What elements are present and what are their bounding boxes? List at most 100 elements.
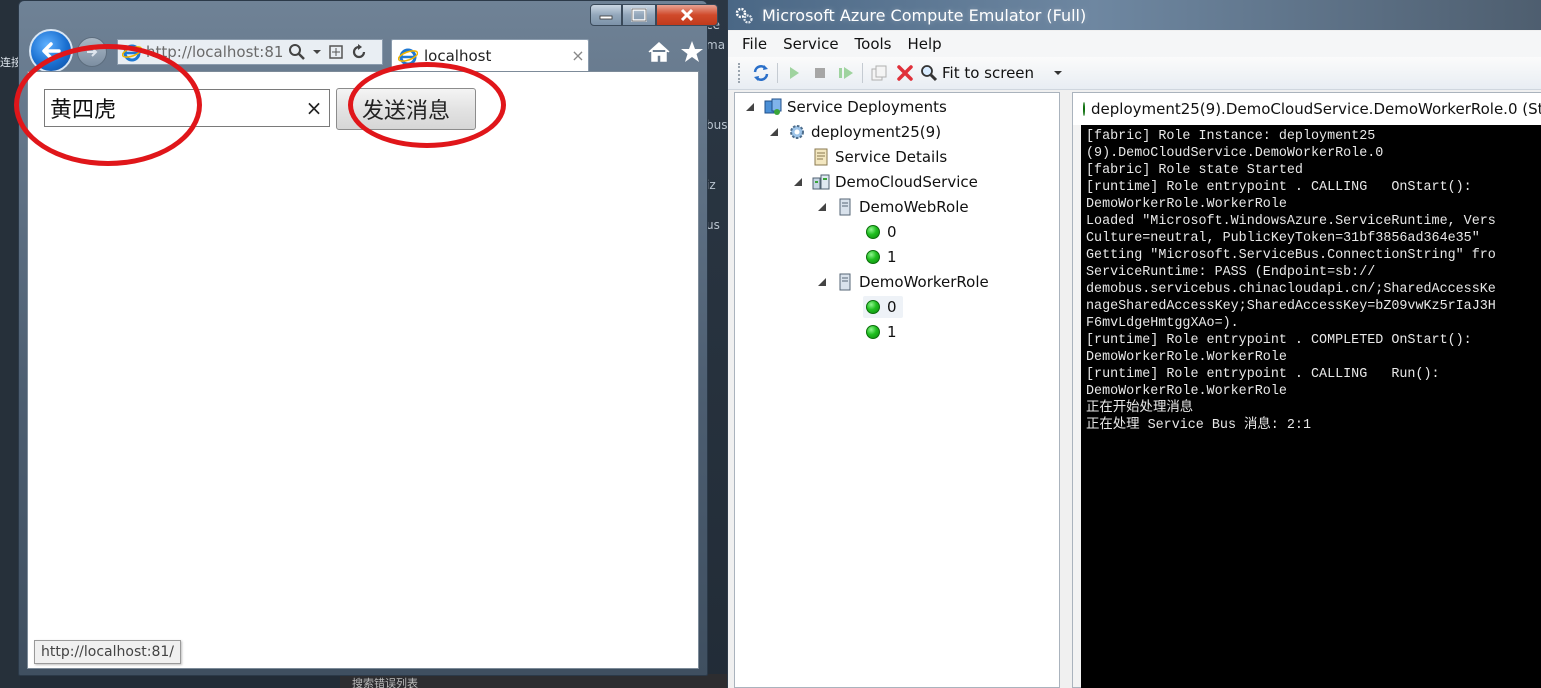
minimize-icon [599,15,613,20]
deployments-tree: Service Deployments deployment25(9) Serv… [734,92,1060,688]
maximize-icon [631,8,647,22]
collapse-triangle-icon[interactable] [791,177,805,187]
console-line: [fabric] Role state Started [1086,163,1303,178]
status-running-icon [1083,102,1085,116]
tree-item-deployment[interactable]: deployment25(9) [767,121,941,143]
menu-tools[interactable]: Tools [847,35,900,53]
restart-icon [839,67,853,79]
tree-item-cloud-service[interactable]: DemoCloudService [791,171,978,193]
tree-label: 1 [887,248,897,266]
refresh-icon [753,65,769,81]
tree-label: 0 [887,298,897,316]
chevron-down-icon[interactable] [312,48,322,56]
maximize-button[interactable] [622,4,656,26]
copy-button[interactable] [866,61,892,85]
tree-item-web-role[interactable]: DemoWebRole [815,196,969,218]
toolbar-separator [862,63,863,83]
status-running-icon [863,247,883,267]
document-icon [811,147,831,167]
gear-icon [787,122,807,142]
collapse-triangle-icon[interactable] [767,127,781,137]
magnifier-icon [921,65,938,82]
background-side-text: ma [706,38,726,52]
console-line: nageSharedAccessKey;SharedAccessKey=bZ09… [1086,299,1496,314]
server-role-icon [835,272,855,292]
toolbar-grip[interactable] [738,63,742,83]
home-icon[interactable] [647,41,671,63]
clear-input-button[interactable]: × [299,96,329,120]
gears-icon [735,7,753,24]
tree-label: 0 [887,223,897,241]
menu-service[interactable]: Service [775,35,846,53]
tree-item-worker-role[interactable]: DemoWorkerRole [815,271,989,293]
console-line: DemoWorkerRole.WorkerRole [1086,197,1287,212]
cloud-service-icon [811,172,831,192]
tree-label: DemoWebRole [859,198,969,216]
tab-close-button[interactable]: × [568,46,588,65]
close-icon [680,8,694,22]
tree-label: deployment25(9) [811,123,942,141]
console-line: [fabric] Role Instance: deployment25 [1086,129,1376,144]
emulator-toolbar: Fit to screen [728,57,1541,90]
play-icon [790,67,799,79]
tree-item-web-instance-0[interactable]: 0 [863,221,897,243]
tree-label: Service Details [835,148,948,166]
restart-button[interactable] [833,61,859,85]
toolbar-separator [777,63,778,83]
console-output[interactable]: [fabric] Role Instance: deployment25 (9).… [1081,125,1541,688]
delete-button[interactable] [892,61,918,85]
console-line: DemoWorkerRole.WorkerRole [1086,384,1287,399]
compute-emulator-window: Microsoft Azure Compute Emulator (Full) … [727,0,1541,688]
tree-label: DemoCloudService [835,173,978,191]
collapse-triangle-icon[interactable] [815,277,829,287]
stop-button[interactable] [807,61,833,85]
console-line: F6mvLdgeHmtggXAo=). [1086,316,1239,331]
stop-icon [815,68,825,78]
console-line: demobus.servicebus.chinacloudapi.cn/;Sha… [1086,282,1496,297]
tree-item-web-instance-1[interactable]: 1 [863,246,897,268]
console-header[interactable]: deployment25(9).DemoCloudService.DemoWor… [1073,93,1541,125]
menu-file[interactable]: File [734,35,775,53]
search-icon[interactable] [288,43,306,61]
background-error-list-search: 搜索错误列表 [352,677,418,688]
address-tools [288,43,368,61]
fit-to-screen-button[interactable]: Fit to screen [920,64,1034,82]
tree-label: 1 [887,323,897,341]
emulator-menubar: File Service Tools Help [728,31,1541,57]
console-line: ServiceRuntime: PASS (Endpoint=sb:// [1086,265,1376,280]
status-running-icon [863,222,883,242]
tree-item-service-details[interactable]: Service Details [791,146,947,168]
background-side-text: bus [706,118,728,132]
background-side-text: us [706,218,720,232]
toolbar-overflow-dropdown[interactable] [1048,61,1068,85]
console-line: 正在开始处理消息 [1086,401,1194,416]
favorites-star-icon[interactable] [679,39,705,65]
compatibility-view-icon[interactable] [328,44,344,60]
close-button[interactable] [656,4,718,26]
chevron-down-icon [1054,71,1063,75]
tree-item-service-deployments[interactable]: Service Deployments [743,96,947,118]
start-button[interactable] [781,61,807,85]
console-line: Getting "Microsoft.ServiceBus.Connection… [1086,248,1496,263]
console-line: Culture=neutral, PublicKeyToken=31bf3856… [1086,231,1480,246]
console-line: [runtime] Role entrypoint . CALLING Run(… [1086,367,1440,382]
collapse-triangle-icon[interactable] [815,202,829,212]
annotation-circle-input [14,44,202,166]
console-line: Loaded "Microsoft.WindowsAzure.ServiceRu… [1086,214,1496,229]
minimize-button[interactable] [590,4,622,26]
console-title: deployment25(9).DemoCloudService.DemoWor… [1091,100,1541,118]
emulator-titlebar: Microsoft Azure Compute Emulator (Full) [728,0,1541,30]
console-line: [runtime] Role entrypoint . COMPLETED On… [1086,333,1472,348]
status-running-icon [863,297,883,317]
delete-x-icon [897,65,913,81]
collapse-triangle-icon[interactable] [743,102,757,112]
refresh-icon[interactable] [350,43,368,61]
tab-label: localhost [424,46,492,65]
refresh-button[interactable] [748,61,774,85]
annotation-circle-button [348,62,506,148]
tree-item-worker-instance-1[interactable]: 1 [863,321,897,343]
status-bar-url: http://localhost:81/ [34,640,181,664]
tree-item-worker-instance-0[interactable]: 0 [863,296,903,318]
emulator-title: Microsoft Azure Compute Emulator (Full) [762,5,1087,25]
menu-help[interactable]: Help [900,35,950,53]
